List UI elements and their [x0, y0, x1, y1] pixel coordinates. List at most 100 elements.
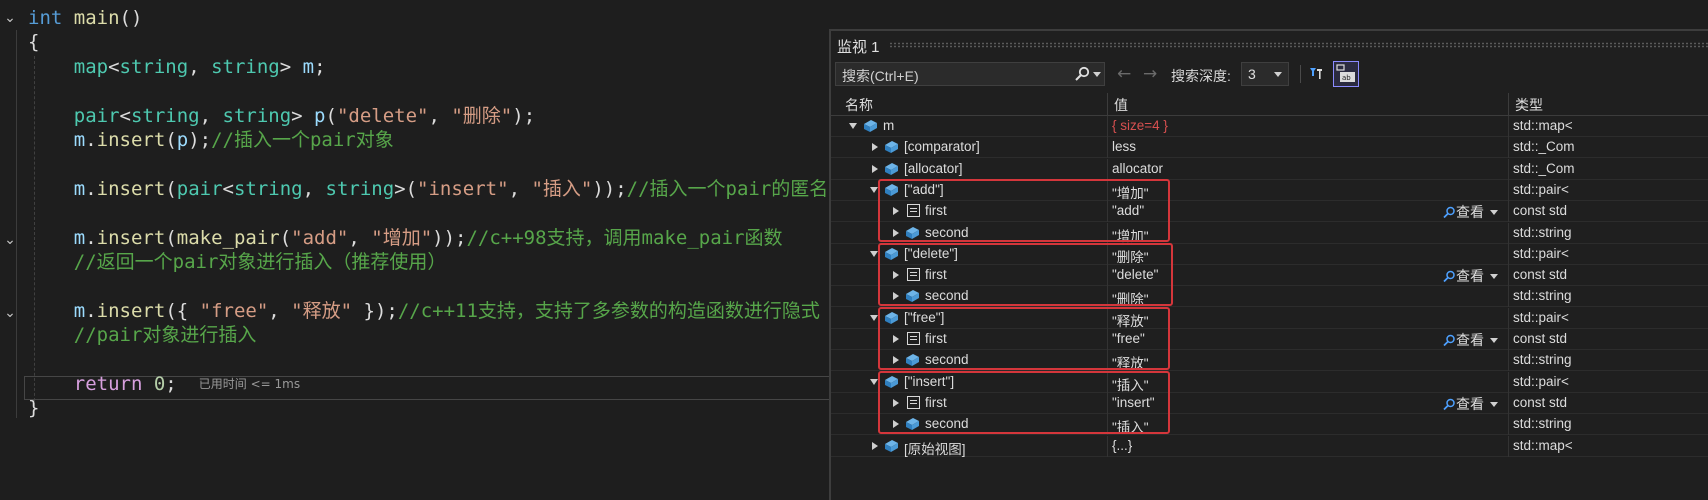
column-resize-handle[interactable] — [1107, 93, 1108, 115]
watch-title-bar[interactable]: 监视 1 — [831, 31, 1708, 59]
code-token: string — [130, 104, 200, 127]
code-line[interactable]: { — [28, 29, 39, 55]
code-token: } — [28, 397, 40, 420]
search-input[interactable]: 搜索(Ctrl+E) — [835, 62, 1105, 86]
code-token: ( — [165, 226, 177, 249]
code-token: }); — [352, 299, 398, 322]
watch-name: m — [883, 118, 895, 133]
code-token: , — [268, 299, 292, 322]
code-line[interactable]: } — [28, 395, 39, 421]
watch-title: 监视 1 — [837, 39, 880, 56]
code-line[interactable]: return 0; 已用时间 <= 1ms — [28, 371, 300, 397]
code-token: string — [222, 104, 292, 127]
watch-value[interactable]: allocator — [1112, 161, 1163, 176]
search-depth-select[interactable]: 3 — [1241, 62, 1289, 86]
watch-row[interactable]: [comparator] less std::_Com — [831, 137, 1708, 159]
code-token: > — [279, 55, 303, 78]
code-line[interactable]: map<string, string> m; — [28, 54, 326, 80]
code-token: ); — [512, 104, 536, 127]
search-icon[interactable] — [1074, 66, 1090, 82]
search-back-icon[interactable]: ← — [1117, 64, 1131, 84]
column-divider — [1508, 179, 1509, 201]
expand-open-icon[interactable] — [870, 186, 878, 193]
code-token: pair — [73, 104, 120, 127]
watch-type: std::string — [1513, 288, 1572, 304]
code-token: > — [291, 104, 315, 127]
code-token: , — [188, 55, 212, 78]
chevron-down-icon — [1490, 274, 1498, 280]
fold-chevron-icon[interactable]: ⌄ — [2, 10, 18, 26]
watch-type: std::_Com — [1513, 160, 1575, 176]
code-token: //插入一个pair的匿名 — [626, 177, 829, 200]
title-grip[interactable] — [889, 42, 1708, 48]
watch-name: [comparator] — [904, 139, 980, 155]
code-line[interactable]: m.insert(make_pair("add", "增加"));//c++98… — [28, 225, 783, 251]
expand-open-icon[interactable] — [870, 314, 878, 321]
hex-display-toggle-icon[interactable]: ab — [1333, 61, 1359, 87]
code-token: "insert" — [417, 177, 509, 200]
watch-name: [allocator] — [904, 160, 963, 176]
watch-type: std::string — [1513, 352, 1572, 368]
watch-row[interactable]: [allocator] allocator std::_Com — [831, 158, 1708, 180]
watch-value[interactable]: { size=4 } — [1112, 118, 1168, 133]
column-divider — [1508, 158, 1509, 180]
code-token: , — [199, 104, 223, 127]
watch-value[interactable]: less — [1112, 139, 1136, 154]
code-line[interactable]: int main() — [28, 5, 142, 31]
code-line[interactable]: //pair对象进行插入 — [28, 322, 257, 348]
chevron-down-icon — [1274, 72, 1282, 77]
code-line[interactable]: m.insert({ "free", "释放" });//c++11支持，支持了… — [28, 298, 820, 324]
code-token: "插入" — [531, 177, 593, 200]
code-token: , — [428, 104, 452, 127]
view-label: 查看 — [1456, 395, 1484, 412]
watch-window[interactable]: 监视 1 搜索(Ctrl+E) ← → 搜索深度: 3 ab 名称 值 类型 m… — [829, 29, 1708, 500]
column-divider — [1508, 222, 1509, 244]
code-token: make_pair — [176, 226, 280, 249]
object-icon — [883, 161, 900, 176]
pin-filter-icon[interactable] — [1307, 65, 1325, 83]
watch-row[interactable]: m { size=4 } std::map< — [831, 116, 1708, 137]
column-value-header[interactable]: 值 — [1114, 95, 1128, 115]
code-token: < — [119, 104, 131, 127]
code-token: { — [28, 31, 40, 54]
code-token: >( — [394, 177, 418, 200]
view-visualizer-button[interactable]: 查看 — [1443, 202, 1498, 222]
code-token: insert — [96, 177, 166, 200]
column-type-header[interactable]: 类型 — [1515, 95, 1543, 115]
expand-closed-icon[interactable] — [872, 441, 878, 450]
expand-open-icon[interactable] — [870, 250, 878, 257]
code-token: return — [73, 373, 154, 395]
column-name-header[interactable]: 名称 — [845, 95, 873, 115]
code-line[interactable]: m.insert(p);//插入一个pair对象 — [28, 127, 394, 153]
column-divider — [1508, 286, 1509, 308]
search-options-dropdown-icon[interactable] — [1093, 72, 1101, 77]
watch-row[interactable]: [原始视图] {...} std::map< — [831, 435, 1708, 457]
column-divider — [1508, 435, 1509, 457]
code-token: ( — [165, 177, 177, 200]
code-token: //pair对象进行插入 — [73, 324, 257, 347]
code-token: m — [73, 226, 86, 249]
code-line[interactable]: //返回一个pair对象进行插入（推荐使用） — [28, 249, 447, 275]
expand-closed-icon[interactable] — [872, 164, 878, 173]
expand-closed-icon[interactable] — [872, 143, 878, 152]
watch-value[interactable]: {...} — [1112, 438, 1132, 453]
search-forward-icon[interactable]: → — [1143, 64, 1157, 84]
view-visualizer-button[interactable]: 查看 — [1443, 394, 1498, 414]
code-token: , — [508, 177, 532, 200]
expand-open-icon[interactable] — [849, 123, 857, 129]
code-token: m — [73, 177, 86, 200]
code-line[interactable]: pair<string, string> p("delete", "删除"); — [28, 103, 535, 129]
code-token: "delete" — [336, 104, 429, 127]
chevron-down-icon — [1490, 338, 1498, 343]
column-resize-handle[interactable] — [1508, 93, 1509, 115]
view-visualizer-button[interactable]: 查看 — [1443, 330, 1498, 350]
view-visualizer-button[interactable]: 查看 — [1443, 266, 1498, 286]
column-divider — [1508, 350, 1509, 372]
expand-open-icon[interactable] — [870, 378, 878, 385]
code-line[interactable]: m.insert(pair<string, string>("insert", … — [28, 176, 829, 202]
toolbar-separator — [1300, 65, 1301, 83]
code-editor[interactable]: ⌄ ⌄ ⌄ int main(){ map<string, string> m;… — [0, 0, 900, 500]
code-token: m — [73, 129, 86, 151]
code-token: )); — [592, 177, 627, 200]
watch-type: const std — [1513, 394, 1568, 410]
